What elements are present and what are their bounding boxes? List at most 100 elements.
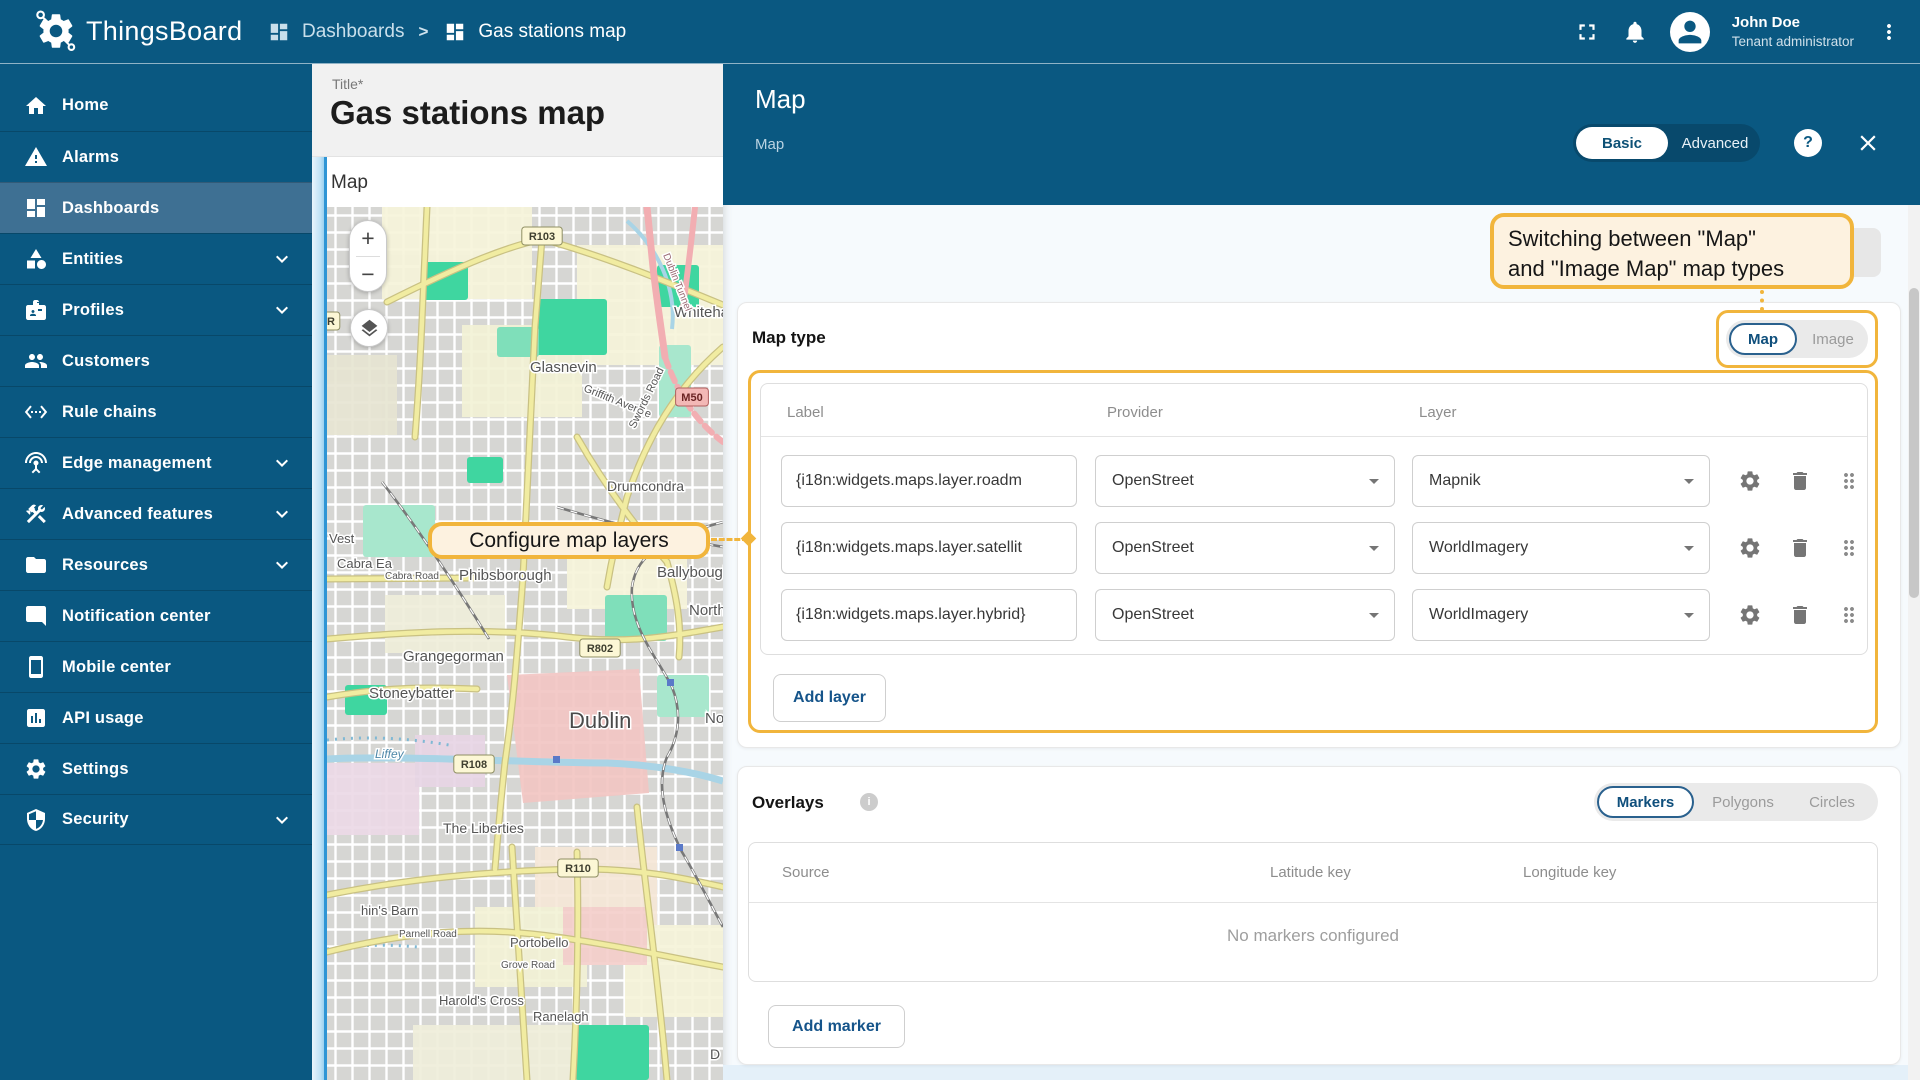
- more-vert-icon[interactable]: [1876, 19, 1902, 45]
- chevron-down-icon: [270, 247, 294, 271]
- sidebar-item-alarms[interactable]: Alarms: [0, 131, 312, 182]
- edge-icon: [24, 451, 48, 475]
- sidebar-item-resources[interactable]: Resources: [0, 539, 312, 590]
- widget-title-field[interactable]: Title* Gas stations map: [312, 64, 723, 157]
- overlays-tabs: Markers Polygons Circles: [1594, 783, 1878, 821]
- sidebar-item-label: Home: [62, 96, 109, 115]
- layers-icon: [359, 318, 380, 339]
- chevron-down-icon: [1362, 469, 1386, 493]
- layer-settings-button[interactable]: [1738, 603, 1762, 627]
- map-type-option-map[interactable]: Map: [1729, 323, 1797, 355]
- sidebar-item-dashboards[interactable]: Dashboards: [0, 182, 312, 233]
- sidebar-item-label: Rule chains: [62, 403, 157, 422]
- map-layers-button[interactable]: [350, 309, 388, 347]
- map-type-option-image[interactable]: Image: [1800, 320, 1866, 358]
- gear-icon: [1738, 469, 1762, 493]
- layer-drag-handle[interactable]: [1837, 536, 1861, 560]
- svg-text:Ballybough: Ballybough: [657, 564, 723, 581]
- fullscreen-icon[interactable]: [1574, 19, 1600, 45]
- layers-table-header: [761, 384, 1867, 437]
- layer-label-value[interactable]: [796, 539, 1062, 557]
- sidebar-nav: Home AlarmsDashboards Entities Profiles Cust…: [0, 64, 312, 1080]
- svg-text:North S: North S: [689, 602, 723, 619]
- settings-panel-header: Map Map Basic Advanced ?: [723, 64, 1920, 205]
- layer-delete-button[interactable]: [1788, 536, 1812, 560]
- layer-drag-handle[interactable]: [1837, 603, 1861, 627]
- notifications-bell-icon[interactable]: [1622, 19, 1648, 45]
- breadcrumb-dashboards[interactable]: Dashboards: [266, 19, 404, 45]
- layer-delete-button[interactable]: [1788, 469, 1812, 493]
- sidebar-item-label: Customers: [62, 352, 150, 371]
- chevron-down-icon: [1677, 536, 1701, 560]
- sidebar-item-customers[interactable]: Customers: [0, 335, 312, 386]
- zoom-in-button[interactable]: +: [350, 221, 386, 256]
- breadcrumb-separator: >: [418, 22, 428, 42]
- panel-subtitle: Map: [755, 136, 784, 153]
- dashboard-icon: [24, 196, 48, 220]
- breadcrumb-current[interactable]: Gas stations map: [442, 19, 626, 45]
- chevron-down-icon: [270, 553, 294, 577]
- sidebar-item-settings[interactable]: Settings: [0, 743, 312, 794]
- sidebar-item-api-usage[interactable]: API usage: [0, 692, 312, 743]
- svg-text:Portobello: Portobello: [510, 935, 569, 950]
- sidebar-item-edge-management[interactable]: Edge management: [0, 437, 312, 488]
- svg-text:R103: R103: [529, 231, 555, 243]
- sidebar-item-label: Security: [62, 810, 129, 829]
- sidebar-item-label: Entities: [62, 250, 123, 269]
- svg-text:Phibsborough: Phibsborough: [459, 567, 552, 584]
- layer-provider-select[interactable]: OpenStreet: [1095, 522, 1395, 574]
- panel-scrollbar-thumb[interactable]: [1909, 288, 1919, 598]
- layer-label-input[interactable]: [781, 455, 1077, 507]
- sidebar-item-notification-center[interactable]: Notification center: [0, 590, 312, 641]
- user-avatar[interactable]: [1670, 12, 1710, 52]
- customers-icon: [24, 349, 48, 373]
- layer-settings-button[interactable]: [1738, 469, 1762, 493]
- layer-label-value[interactable]: [796, 606, 1062, 624]
- logo-text: ThingsBoard: [86, 16, 242, 47]
- security-icon: [24, 808, 48, 832]
- customers-icon: [24, 349, 48, 373]
- chevron-down-icon: [270, 451, 294, 475]
- layer-drag-handle[interactable]: [1837, 469, 1861, 493]
- layer-label-value[interactable]: [796, 472, 1062, 490]
- tab-markers[interactable]: Markers: [1597, 786, 1694, 818]
- layer-provider-select[interactable]: OpenStreet: [1095, 455, 1395, 507]
- map-canvas[interactable]: R103M50RR802R108R110 WhitehaDublin Tunne…: [327, 207, 723, 1080]
- security-icon: [24, 808, 48, 832]
- tab-polygons[interactable]: Polygons: [1697, 783, 1789, 821]
- panel-title: Map: [755, 84, 806, 115]
- sidebar-item-home[interactable]: Home: [0, 80, 312, 131]
- tab-circles[interactable]: Circles: [1790, 783, 1874, 821]
- layer-label-input[interactable]: [781, 522, 1077, 574]
- chevron-down-icon: [1362, 603, 1386, 627]
- toggle-basic[interactable]: Basic: [1576, 127, 1668, 159]
- thingsboard-logo[interactable]: ThingsBoard: [34, 9, 242, 53]
- zoom-out-button[interactable]: −: [350, 257, 386, 292]
- close-icon[interactable]: [1855, 130, 1881, 156]
- layer-layer-select[interactable]: Mapnik: [1412, 455, 1710, 507]
- svg-text:R108: R108: [461, 759, 487, 771]
- sidebar-item-label: Profiles: [62, 301, 124, 320]
- map-type-label: Map type: [752, 328, 826, 348]
- sidebar-item-entities[interactable]: Entities: [0, 233, 312, 284]
- map-widget-title: Map: [331, 172, 368, 194]
- layer-delete-button[interactable]: [1788, 603, 1812, 627]
- layer-layer-select[interactable]: WorldImagery: [1412, 522, 1710, 574]
- sidebar-item-profiles[interactable]: Profiles: [0, 284, 312, 335]
- svg-text:M50: M50: [681, 392, 702, 404]
- profiles-icon: [24, 298, 48, 322]
- help-button[interactable]: ?: [1794, 129, 1822, 157]
- layer-layer-select[interactable]: WorldImagery: [1412, 589, 1710, 641]
- sidebar-item-security[interactable]: Security: [0, 794, 312, 845]
- sidebar-item-advanced-features[interactable]: Advanced features: [0, 488, 312, 539]
- layer-settings-button[interactable]: [1738, 536, 1762, 560]
- layer-provider-select[interactable]: OpenStreet: [1095, 589, 1395, 641]
- add-marker-button[interactable]: Add marker: [768, 1005, 905, 1048]
- map-zoom-control: + −: [349, 220, 387, 292]
- notification-icon: [24, 604, 48, 628]
- layer-label-input[interactable]: [781, 589, 1077, 641]
- sidebar-item-rule-chains[interactable]: Rule chains: [0, 386, 312, 437]
- sidebar-item-mobile-center[interactable]: Mobile center: [0, 641, 312, 692]
- toggle-advanced[interactable]: Advanced: [1673, 124, 1757, 162]
- add-layer-button[interactable]: Add layer: [773, 674, 886, 722]
